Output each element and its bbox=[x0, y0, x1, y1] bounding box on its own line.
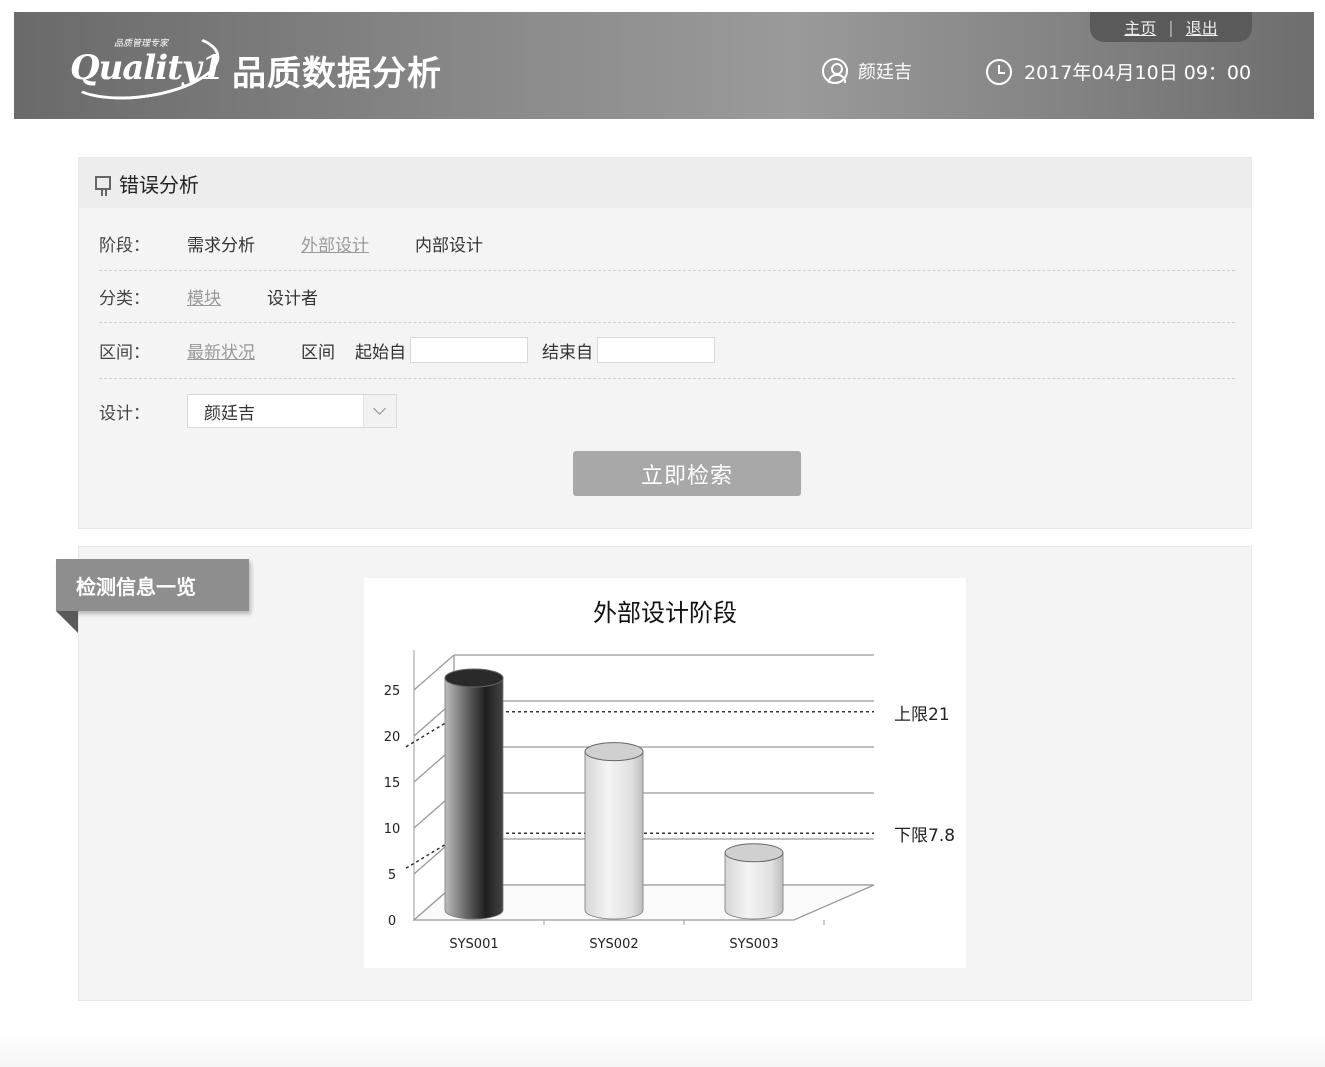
bar-SYS002 bbox=[584, 751, 644, 920]
current-datetime: 2017年04月10日 09：00 bbox=[986, 58, 1251, 85]
category-option-module[interactable]: 模块 bbox=[187, 284, 221, 309]
bar-SYS001 bbox=[444, 677, 504, 920]
datetime-text: 2017年04月10日 09：00 bbox=[1024, 62, 1252, 84]
detection-info-title: 检测信息一览 bbox=[56, 559, 249, 611]
current-user: 颜廷吉 bbox=[822, 58, 912, 84]
quality1-logo: 品质管理专家 Quality1 bbox=[60, 23, 224, 109]
range-option-interval[interactable]: 区间 bbox=[301, 338, 335, 363]
chart-svg: 外部设计阶段 0 5 10 15 20 25 上限21 下限7.8 SYS001 SYS002 SYS… bbox=[384, 600, 955, 952]
home-link[interactable]: 主页 bbox=[1124, 15, 1156, 39]
end-date-label: 结束自 bbox=[542, 342, 593, 363]
designer-label: 设计： bbox=[99, 403, 150, 424]
bar-top-SYS002 bbox=[584, 742, 644, 762]
designer-select[interactable]: 颜廷吉 bbox=[187, 394, 397, 428]
y-tick-label-20: 20 bbox=[384, 730, 401, 745]
clock-icon bbox=[986, 58, 1012, 85]
range-option-latest[interactable]: 最新状况 bbox=[187, 338, 255, 363]
y-tick-label-10: 10 bbox=[384, 822, 401, 837]
user-name: 颜廷吉 bbox=[858, 62, 912, 83]
error-analysis-header: 错误分析 bbox=[79, 158, 1251, 208]
defect-chart: 外部设计阶段 0 5 10 15 20 25 上限21 下限7.8 SYS001 SYS002 SYS… bbox=[364, 578, 966, 968]
chevron-down-icon[interactable] bbox=[363, 395, 396, 427]
search-button[interactable]: 立即检索 bbox=[573, 451, 801, 496]
designer-selected-value: 颜廷吉 bbox=[204, 403, 255, 424]
stage-option-requirements[interactable]: 需求分析 bbox=[187, 231, 255, 256]
stage-label: 阶段： bbox=[99, 235, 150, 256]
category-label: 分类： bbox=[99, 288, 150, 309]
y-tick-label-5: 5 bbox=[388, 868, 396, 883]
end-date-input[interactable] bbox=[597, 337, 715, 363]
page-bottom-shade bbox=[0, 1030, 1325, 1067]
reference-line-label-0: 上限21 bbox=[894, 705, 950, 725]
x-tick-label-SYS003: SYS003 bbox=[729, 937, 778, 952]
app-title: 品质数据分析 bbox=[232, 54, 442, 94]
y-tick-label-25: 25 bbox=[384, 684, 401, 699]
range-label: 区间： bbox=[99, 342, 150, 363]
start-date-label: 起始自 bbox=[355, 342, 406, 363]
ribbon-fold bbox=[56, 611, 78, 633]
stage-option-external-design[interactable]: 外部设计 bbox=[301, 231, 369, 256]
stage-filter-row: 阶段： 需求分析 外部设计 内部设计 bbox=[99, 216, 1235, 271]
top-links: 主页 | 退出 bbox=[1090, 12, 1252, 42]
category-option-designer[interactable]: 设计者 bbox=[267, 284, 318, 309]
bar-SYS003 bbox=[724, 852, 784, 920]
x-tick-label-SYS001: SYS001 bbox=[449, 937, 498, 952]
bar-top-SYS001 bbox=[444, 668, 504, 688]
designer-filter-row: 设计： 颜廷吉 bbox=[99, 386, 1235, 436]
category-filter-row: 分类： 模块 设计者 bbox=[99, 270, 1235, 323]
logo-word: Quality1 bbox=[70, 48, 224, 88]
link-separator: | bbox=[1168, 17, 1174, 37]
user-icon bbox=[822, 58, 848, 84]
y-tick-label-0: 0 bbox=[388, 914, 396, 929]
range-filter-row: 区间： 最新状况 区间 起始自 结束自 bbox=[99, 322, 1235, 379]
error-analysis-panel: 错误分析 阶段： 需求分析 外部设计 内部设计 分类： 模块 设计者 区间： 最… bbox=[78, 157, 1252, 529]
reference-line-label-1: 下限7.8 bbox=[894, 826, 955, 846]
start-date-input[interactable] bbox=[410, 337, 528, 363]
chart-title: 外部设计阶段 bbox=[593, 600, 737, 627]
stage-option-internal-design[interactable]: 内部设计 bbox=[415, 231, 483, 256]
x-tick-label-SYS002: SYS002 bbox=[589, 937, 638, 952]
y-tick-label-15: 15 bbox=[384, 776, 401, 791]
bar-top-SYS003 bbox=[724, 843, 784, 863]
app-header: 品质管理专家 Quality1 品质数据分析 主页 | 退出 颜廷吉 2017年… bbox=[14, 12, 1314, 119]
error-analysis-title: 错误分析 bbox=[119, 172, 199, 197]
logout-link[interactable]: 退出 bbox=[1186, 15, 1218, 39]
presentation-board-icon bbox=[95, 176, 111, 196]
